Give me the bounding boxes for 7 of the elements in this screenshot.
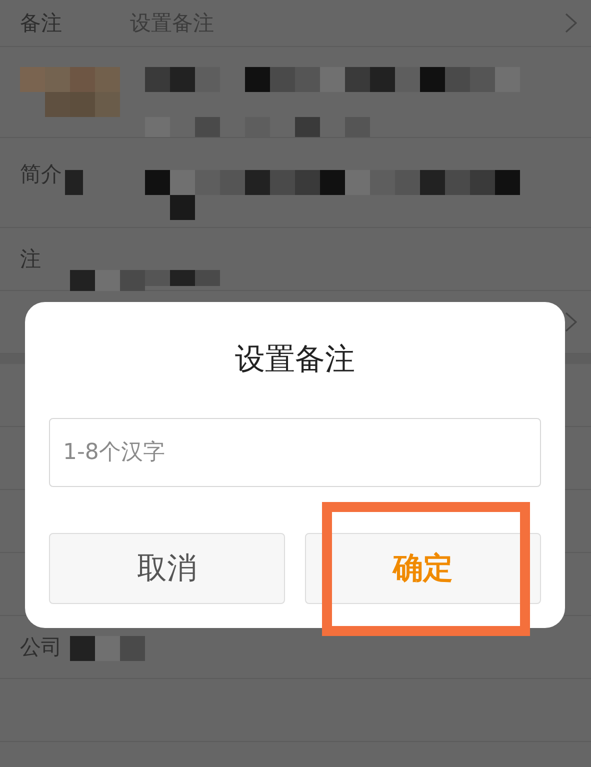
dialog-title: 设置备注 <box>235 341 355 379</box>
row-label: 注 <box>20 246 42 273</box>
cancel-button[interactable]: 取消 <box>49 533 285 604</box>
row-label: 简介 <box>20 161 63 188</box>
row-label: 公司 <box>20 634 63 661</box>
input-field[interactable]: 1-8个汉字 <box>49 418 541 487</box>
row-label: 备注 <box>20 10 63 37</box>
